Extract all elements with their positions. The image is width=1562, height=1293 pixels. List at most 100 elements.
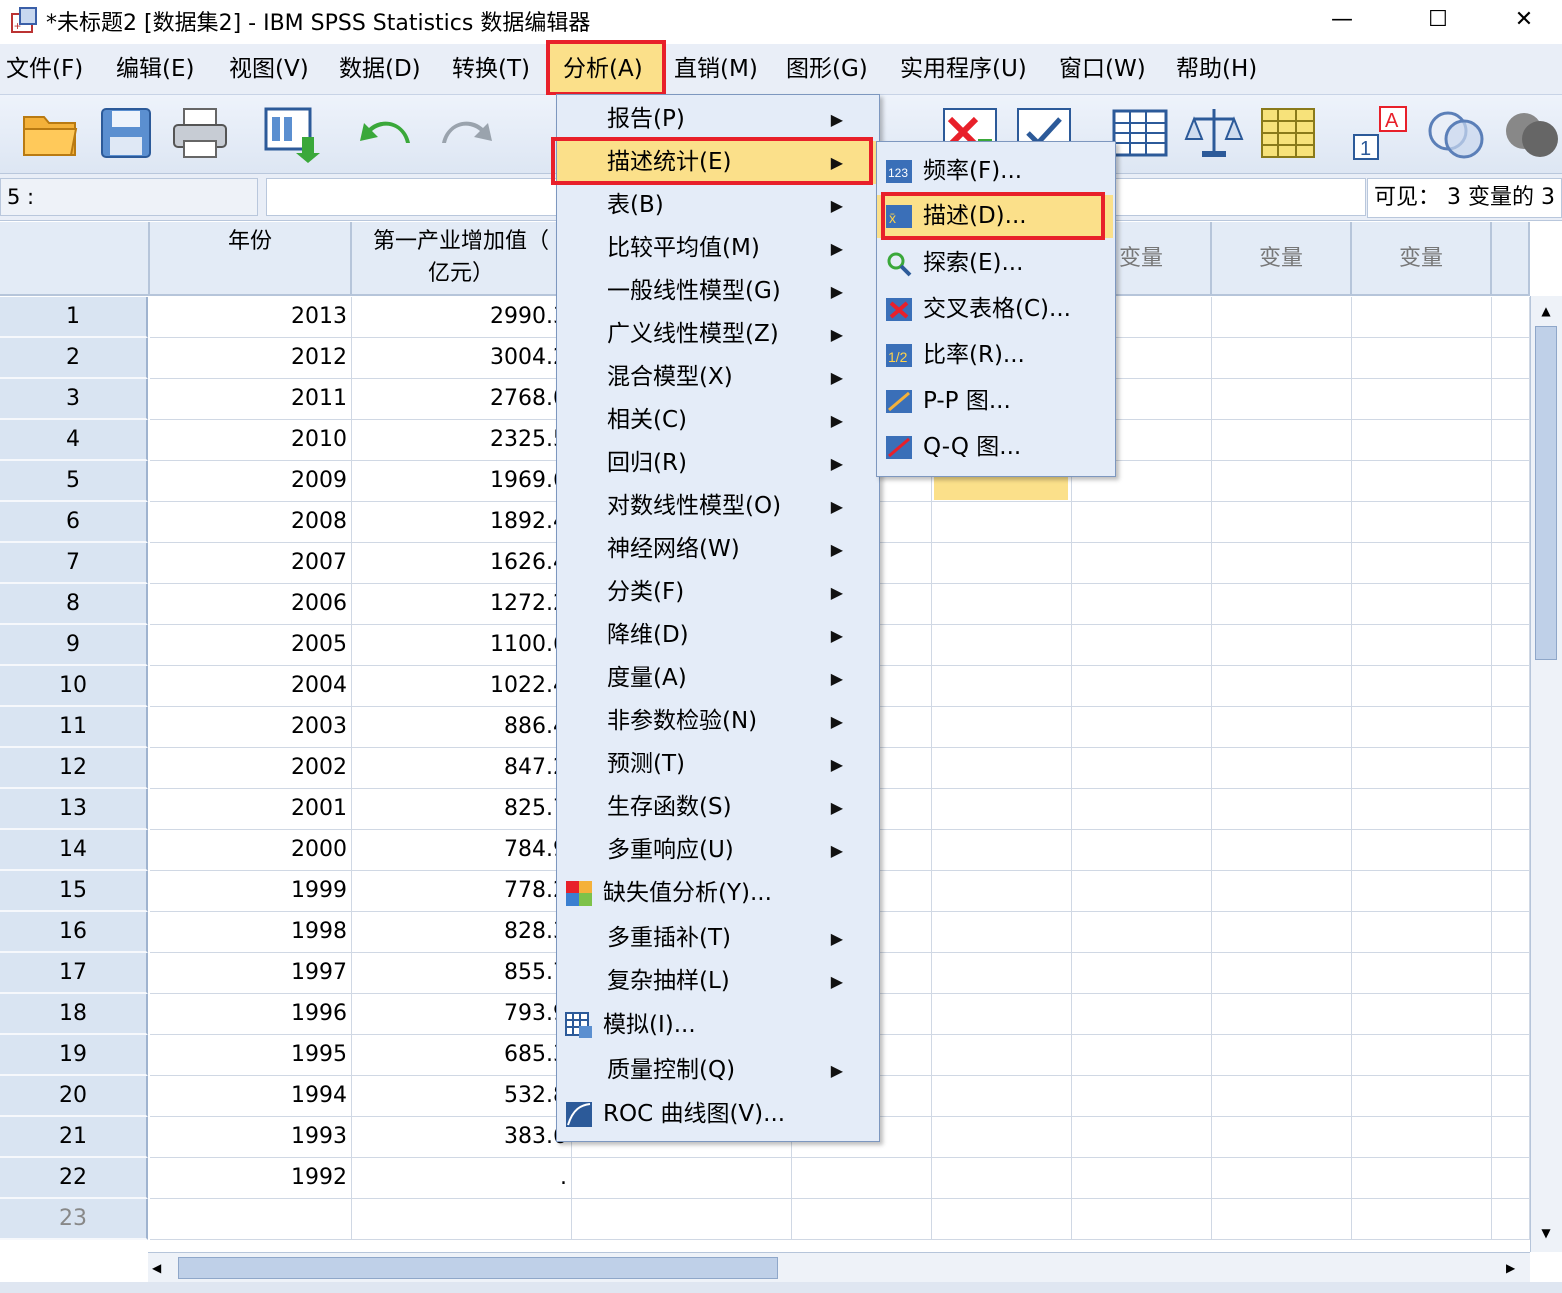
cell-empty[interactable] (1212, 707, 1352, 748)
analyze-menu-item[interactable]: 缺失值分析(Y)... (557, 872, 877, 915)
cell-empty[interactable] (1352, 379, 1492, 420)
cell-value[interactable]: 1022.4 (352, 666, 572, 707)
cell-empty[interactable] (1352, 830, 1492, 871)
cell-empty[interactable] (1492, 1117, 1530, 1158)
cell-empty[interactable] (1212, 543, 1352, 584)
cell-empty[interactable] (1492, 953, 1530, 994)
menu-utilities[interactable]: 实用程序(U) (900, 44, 1027, 94)
cell-value[interactable]: 828.3 (352, 912, 572, 953)
cell-empty[interactable] (932, 1076, 1072, 1117)
cell-empty[interactable] (1072, 912, 1212, 953)
cell-empty[interactable] (932, 871, 1072, 912)
analyze-menu-item[interactable]: 相关(C) ▶ (557, 399, 877, 442)
analyze-menu-item[interactable]: 降维(D) ▶ (557, 614, 877, 657)
cell-empty[interactable] (1072, 625, 1212, 666)
cell-year[interactable]: 2008 (150, 502, 352, 543)
cell-empty[interactable] (1072, 871, 1212, 912)
data-grid-icon[interactable] (1110, 103, 1170, 163)
row-header[interactable]: 6 (0, 502, 148, 543)
cell-empty[interactable] (1072, 543, 1212, 584)
cell-empty[interactable] (1352, 994, 1492, 1035)
save-icon[interactable] (96, 103, 156, 163)
cell-value[interactable]: 383.6 (352, 1117, 572, 1158)
cell-empty[interactable] (1492, 379, 1530, 420)
cell-empty[interactable] (1212, 871, 1352, 912)
cell-empty[interactable] (1352, 420, 1492, 461)
cell-empty[interactable] (1492, 420, 1530, 461)
cell-empty[interactable] (932, 707, 1072, 748)
analyze-menu-item[interactable]: 非参数检验(N) ▶ (557, 700, 877, 743)
cell-empty[interactable] (1492, 297, 1530, 338)
use-variable-sets-icon[interactable] (1426, 103, 1486, 163)
cell-value[interactable]: 784.9 (352, 830, 572, 871)
maximize-button[interactable]: ☐ (1398, 0, 1478, 40)
cell-empty[interactable] (932, 625, 1072, 666)
row-header[interactable]: 10 (0, 666, 148, 707)
minimize-button[interactable]: — (1302, 0, 1382, 40)
cell-empty[interactable] (1492, 871, 1530, 912)
row-header[interactable]: 9 (0, 625, 148, 666)
cell-empty[interactable] (932, 1117, 1072, 1158)
cell-empty[interactable] (1352, 297, 1492, 338)
descriptive-menu-item[interactable]: 1/2 比率(R)... (877, 334, 1113, 377)
analyze-menu-item[interactable]: 神经网络(W) ▶ (557, 528, 877, 571)
cell-empty[interactable] (1352, 707, 1492, 748)
scroll-up-arrow-icon[interactable]: ▲ (1535, 300, 1557, 322)
cell-empty[interactable] (1492, 1035, 1530, 1076)
cell-year[interactable]: 2013 (150, 297, 352, 338)
row-header[interactable]: 8 (0, 584, 148, 625)
cell-empty[interactable] (1212, 502, 1352, 543)
analyze-menu-item[interactable]: 度量(A) ▶ (557, 657, 877, 700)
descriptive-menu-item[interactable]: Q-Q 图... (877, 426, 1113, 469)
cell-empty[interactable] (792, 1158, 932, 1199)
cell-empty[interactable] (932, 830, 1072, 871)
cell-empty[interactable] (1212, 584, 1352, 625)
cell-empty[interactable] (1352, 912, 1492, 953)
vertical-scroll-thumb[interactable] (1535, 326, 1557, 660)
cell-empty[interactable] (932, 584, 1072, 625)
cell-empty[interactable] (932, 912, 1072, 953)
cell-empty[interactable] (1072, 1199, 1212, 1240)
cell-empty[interactable] (1492, 912, 1530, 953)
cell-value[interactable]: 2768.0 (352, 379, 572, 420)
cell-empty[interactable] (1212, 789, 1352, 830)
cell-value[interactable]: 3004.2 (352, 338, 572, 379)
corner-header[interactable] (0, 222, 150, 296)
descriptive-menu-item[interactable]: P-P 图... (877, 380, 1113, 423)
cell-empty[interactable] (1212, 666, 1352, 707)
cell-empty[interactable] (1352, 666, 1492, 707)
cell-empty[interactable] (1212, 953, 1352, 994)
open-folder-icon[interactable] (20, 103, 80, 163)
cell-empty[interactable] (572, 1199, 792, 1240)
cell-empty[interactable] (1212, 1117, 1352, 1158)
menu-graphs[interactable]: 图形(G) (786, 44, 868, 94)
descriptive-menu-item[interactable]: 探索(E)... (877, 242, 1113, 285)
cell-empty[interactable] (1492, 584, 1530, 625)
cell-empty[interactable] (1352, 1076, 1492, 1117)
cell-empty[interactable] (1072, 666, 1212, 707)
cell-year[interactable]: 2000 (150, 830, 352, 871)
analyze-menu-item[interactable]: 混合模型(X) ▶ (557, 356, 877, 399)
cell-empty[interactable] (1492, 502, 1530, 543)
cell-year[interactable]: 1995 (150, 1035, 352, 1076)
menu-data[interactable]: 数据(D) (339, 44, 421, 94)
cell-empty[interactable] (1352, 953, 1492, 994)
redo-icon[interactable] (436, 103, 496, 163)
menu-help[interactable]: 帮助(H) (1176, 44, 1257, 94)
cell-empty[interactable] (1352, 502, 1492, 543)
cell-value[interactable]: 778.2 (352, 871, 572, 912)
undo-icon[interactable] (356, 103, 416, 163)
row-header[interactable]: 11 (0, 707, 148, 748)
cell-value[interactable]: 1100.6 (352, 625, 572, 666)
cell-empty[interactable] (1072, 789, 1212, 830)
cell-empty[interactable] (1212, 1076, 1352, 1117)
cell-empty[interactable] (1352, 1199, 1492, 1240)
cell-year[interactable]: 1993 (150, 1117, 352, 1158)
cell-value[interactable]: 2990.3 (352, 297, 572, 338)
row-header[interactable]: 17 (0, 953, 148, 994)
cell-year[interactable]: 2006 (150, 584, 352, 625)
cell-year[interactable]: 1997 (150, 953, 352, 994)
cell-empty[interactable] (932, 1035, 1072, 1076)
cell-empty[interactable] (1072, 748, 1212, 789)
cell-year[interactable]: 1996 (150, 994, 352, 1035)
